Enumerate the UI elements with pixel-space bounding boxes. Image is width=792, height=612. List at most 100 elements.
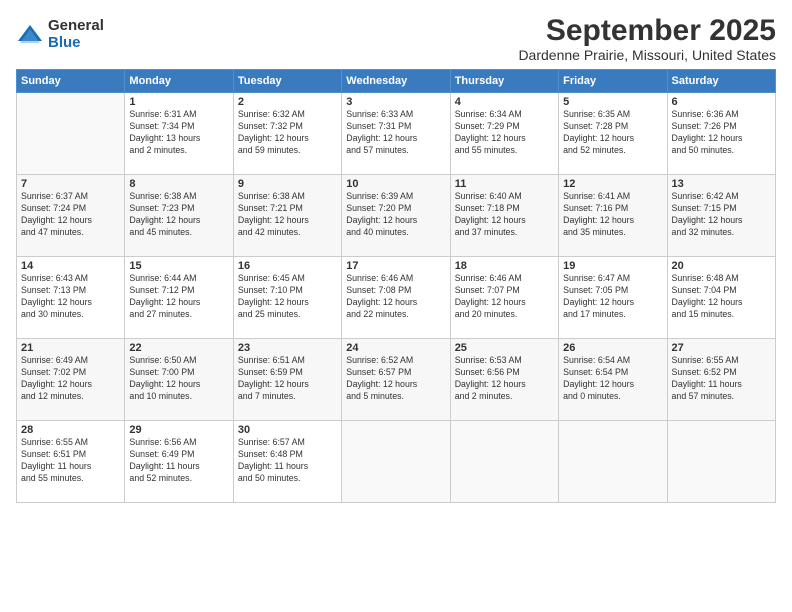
day-info: Sunrise: 6:54 AM Sunset: 6:54 PM Dayligh… bbox=[563, 355, 662, 403]
calendar-cell: 28Sunrise: 6:55 AM Sunset: 6:51 PM Dayli… bbox=[17, 421, 125, 503]
day-number: 17 bbox=[346, 260, 445, 272]
day-number: 25 bbox=[455, 342, 554, 354]
day-info: Sunrise: 6:40 AM Sunset: 7:18 PM Dayligh… bbox=[455, 191, 554, 239]
logo-icon bbox=[16, 21, 44, 49]
day-info: Sunrise: 6:48 AM Sunset: 7:04 PM Dayligh… bbox=[672, 273, 771, 321]
weekday-header-tuesday: Tuesday bbox=[233, 70, 341, 93]
calendar-cell: 19Sunrise: 6:47 AM Sunset: 7:05 PM Dayli… bbox=[559, 257, 667, 339]
day-info: Sunrise: 6:46 AM Sunset: 7:07 PM Dayligh… bbox=[455, 273, 554, 321]
title-area: September 2025 Dardenne Prairie, Missour… bbox=[518, 14, 776, 63]
day-number: 14 bbox=[21, 260, 120, 272]
calendar-cell: 27Sunrise: 6:55 AM Sunset: 6:52 PM Dayli… bbox=[667, 339, 775, 421]
month-title: September 2025 bbox=[518, 14, 776, 47]
day-number: 19 bbox=[563, 260, 662, 272]
calendar-cell: 7Sunrise: 6:37 AM Sunset: 7:24 PM Daylig… bbox=[17, 175, 125, 257]
calendar-cell bbox=[559, 421, 667, 503]
day-info: Sunrise: 6:47 AM Sunset: 7:05 PM Dayligh… bbox=[563, 273, 662, 321]
day-info: Sunrise: 6:53 AM Sunset: 6:56 PM Dayligh… bbox=[455, 355, 554, 403]
day-info: Sunrise: 6:46 AM Sunset: 7:08 PM Dayligh… bbox=[346, 273, 445, 321]
day-number: 15 bbox=[129, 260, 228, 272]
calendar-cell: 14Sunrise: 6:43 AM Sunset: 7:13 PM Dayli… bbox=[17, 257, 125, 339]
calendar-cell: 4Sunrise: 6:34 AM Sunset: 7:29 PM Daylig… bbox=[450, 93, 558, 175]
day-number: 12 bbox=[563, 178, 662, 190]
day-info: Sunrise: 6:44 AM Sunset: 7:12 PM Dayligh… bbox=[129, 273, 228, 321]
day-info: Sunrise: 6:37 AM Sunset: 7:24 PM Dayligh… bbox=[21, 191, 120, 239]
calendar-cell: 17Sunrise: 6:46 AM Sunset: 7:08 PM Dayli… bbox=[342, 257, 450, 339]
calendar-cell: 30Sunrise: 6:57 AM Sunset: 6:48 PM Dayli… bbox=[233, 421, 341, 503]
day-info: Sunrise: 6:43 AM Sunset: 7:13 PM Dayligh… bbox=[21, 273, 120, 321]
calendar-cell: 29Sunrise: 6:56 AM Sunset: 6:49 PM Dayli… bbox=[125, 421, 233, 503]
calendar-cell: 5Sunrise: 6:35 AM Sunset: 7:28 PM Daylig… bbox=[559, 93, 667, 175]
day-info: Sunrise: 6:51 AM Sunset: 6:59 PM Dayligh… bbox=[238, 355, 337, 403]
calendar-week-row: 7Sunrise: 6:37 AM Sunset: 7:24 PM Daylig… bbox=[17, 175, 776, 257]
header: General Blue September 2025 Dardenne Pra… bbox=[16, 14, 776, 63]
day-info: Sunrise: 6:36 AM Sunset: 7:26 PM Dayligh… bbox=[672, 109, 771, 157]
day-number: 26 bbox=[563, 342, 662, 354]
day-number: 29 bbox=[129, 424, 228, 436]
day-number: 23 bbox=[238, 342, 337, 354]
weekday-header-friday: Friday bbox=[559, 70, 667, 93]
calendar-cell bbox=[667, 421, 775, 503]
day-number: 18 bbox=[455, 260, 554, 272]
calendar-cell: 16Sunrise: 6:45 AM Sunset: 7:10 PM Dayli… bbox=[233, 257, 341, 339]
calendar-cell bbox=[450, 421, 558, 503]
calendar-cell: 25Sunrise: 6:53 AM Sunset: 6:56 PM Dayli… bbox=[450, 339, 558, 421]
page: General Blue September 2025 Dardenne Pra… bbox=[0, 0, 792, 612]
calendar-cell: 11Sunrise: 6:40 AM Sunset: 7:18 PM Dayli… bbox=[450, 175, 558, 257]
day-info: Sunrise: 6:50 AM Sunset: 7:00 PM Dayligh… bbox=[129, 355, 228, 403]
calendar-cell: 21Sunrise: 6:49 AM Sunset: 7:02 PM Dayli… bbox=[17, 339, 125, 421]
day-info: Sunrise: 6:55 AM Sunset: 6:51 PM Dayligh… bbox=[21, 437, 120, 485]
day-number: 13 bbox=[672, 178, 771, 190]
weekday-header-row: SundayMondayTuesdayWednesdayThursdayFrid… bbox=[17, 70, 776, 93]
day-number: 28 bbox=[21, 424, 120, 436]
day-number: 16 bbox=[238, 260, 337, 272]
day-info: Sunrise: 6:34 AM Sunset: 7:29 PM Dayligh… bbox=[455, 109, 554, 157]
day-info: Sunrise: 6:55 AM Sunset: 6:52 PM Dayligh… bbox=[672, 355, 771, 403]
day-number: 2 bbox=[238, 96, 337, 108]
calendar-cell: 13Sunrise: 6:42 AM Sunset: 7:15 PM Dayli… bbox=[667, 175, 775, 257]
logo-general: General bbox=[48, 18, 104, 35]
day-number: 22 bbox=[129, 342, 228, 354]
day-info: Sunrise: 6:52 AM Sunset: 6:57 PM Dayligh… bbox=[346, 355, 445, 403]
calendar-week-row: 21Sunrise: 6:49 AM Sunset: 7:02 PM Dayli… bbox=[17, 339, 776, 421]
calendar-week-row: 14Sunrise: 6:43 AM Sunset: 7:13 PM Dayli… bbox=[17, 257, 776, 339]
day-info: Sunrise: 6:38 AM Sunset: 7:21 PM Dayligh… bbox=[238, 191, 337, 239]
day-number: 3 bbox=[346, 96, 445, 108]
calendar-week-row: 28Sunrise: 6:55 AM Sunset: 6:51 PM Dayli… bbox=[17, 421, 776, 503]
calendar-cell: 26Sunrise: 6:54 AM Sunset: 6:54 PM Dayli… bbox=[559, 339, 667, 421]
calendar-cell: 3Sunrise: 6:33 AM Sunset: 7:31 PM Daylig… bbox=[342, 93, 450, 175]
day-info: Sunrise: 6:31 AM Sunset: 7:34 PM Dayligh… bbox=[129, 109, 228, 157]
calendar-cell: 12Sunrise: 6:41 AM Sunset: 7:16 PM Dayli… bbox=[559, 175, 667, 257]
calendar-week-row: 1Sunrise: 6:31 AM Sunset: 7:34 PM Daylig… bbox=[17, 93, 776, 175]
day-info: Sunrise: 6:57 AM Sunset: 6:48 PM Dayligh… bbox=[238, 437, 337, 485]
logo-blue: Blue bbox=[48, 35, 104, 52]
day-number: 8 bbox=[129, 178, 228, 190]
day-info: Sunrise: 6:39 AM Sunset: 7:20 PM Dayligh… bbox=[346, 191, 445, 239]
location-title: Dardenne Prairie, Missouri, United State… bbox=[518, 47, 776, 63]
day-number: 5 bbox=[563, 96, 662, 108]
day-info: Sunrise: 6:49 AM Sunset: 7:02 PM Dayligh… bbox=[21, 355, 120, 403]
calendar-cell: 9Sunrise: 6:38 AM Sunset: 7:21 PM Daylig… bbox=[233, 175, 341, 257]
calendar-cell: 22Sunrise: 6:50 AM Sunset: 7:00 PM Dayli… bbox=[125, 339, 233, 421]
calendar-cell: 10Sunrise: 6:39 AM Sunset: 7:20 PM Dayli… bbox=[342, 175, 450, 257]
day-info: Sunrise: 6:41 AM Sunset: 7:16 PM Dayligh… bbox=[563, 191, 662, 239]
weekday-header-saturday: Saturday bbox=[667, 70, 775, 93]
calendar-cell: 24Sunrise: 6:52 AM Sunset: 6:57 PM Dayli… bbox=[342, 339, 450, 421]
day-number: 6 bbox=[672, 96, 771, 108]
calendar-cell bbox=[17, 93, 125, 175]
day-number: 7 bbox=[21, 178, 120, 190]
day-number: 10 bbox=[346, 178, 445, 190]
logo: General Blue bbox=[16, 18, 104, 51]
day-info: Sunrise: 6:38 AM Sunset: 7:23 PM Dayligh… bbox=[129, 191, 228, 239]
day-number: 9 bbox=[238, 178, 337, 190]
day-info: Sunrise: 6:56 AM Sunset: 6:49 PM Dayligh… bbox=[129, 437, 228, 485]
day-number: 21 bbox=[21, 342, 120, 354]
calendar-cell: 2Sunrise: 6:32 AM Sunset: 7:32 PM Daylig… bbox=[233, 93, 341, 175]
day-info: Sunrise: 6:45 AM Sunset: 7:10 PM Dayligh… bbox=[238, 273, 337, 321]
weekday-header-sunday: Sunday bbox=[17, 70, 125, 93]
day-number: 20 bbox=[672, 260, 771, 272]
day-number: 11 bbox=[455, 178, 554, 190]
weekday-header-wednesday: Wednesday bbox=[342, 70, 450, 93]
calendar-cell: 1Sunrise: 6:31 AM Sunset: 7:34 PM Daylig… bbox=[125, 93, 233, 175]
day-number: 27 bbox=[672, 342, 771, 354]
